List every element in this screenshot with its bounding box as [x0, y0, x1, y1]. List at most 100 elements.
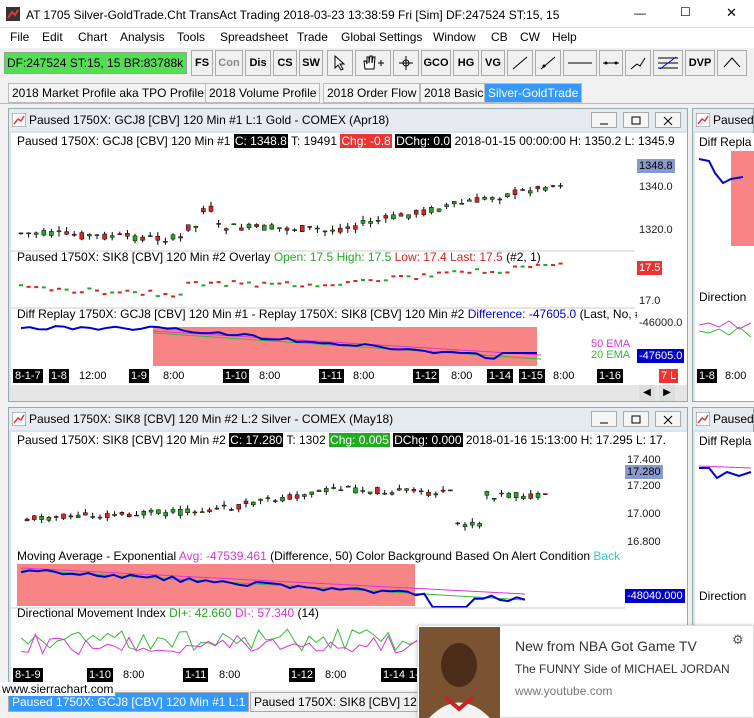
- candle-body: [71, 234, 77, 236]
- candle-body: [315, 227, 320, 230]
- window-maximize-button[interactable]: [623, 112, 649, 128]
- window-close-button[interactable]: [655, 411, 681, 427]
- menu-trade[interactable]: Trade: [297, 30, 328, 44]
- candle-body: [94, 234, 100, 236]
- menu-analysis[interactable]: Analysis: [120, 30, 165, 44]
- candle-body: [231, 223, 237, 226]
- candle-body: [491, 498, 497, 500]
- extended-line-tool[interactable]: [599, 50, 623, 76]
- candle-body: [112, 514, 117, 516]
- candle-body: [246, 223, 252, 228]
- diff-study-row: Diff Replay 1750X: GCJ8 [CBV] 120 Min #1…: [17, 307, 637, 321]
- disconnect-button[interactable]: Dis: [245, 50, 271, 76]
- candle-body: [389, 492, 395, 495]
- window-minimize-button[interactable]: [591, 411, 617, 427]
- menu-file[interactable]: File: [10, 30, 29, 44]
- candle-body: [345, 485, 351, 488]
- menu-help[interactable]: Help: [552, 30, 577, 44]
- multi-line-tool[interactable]: [625, 50, 651, 76]
- candle-body: [214, 507, 220, 510]
- minimize-icon: [600, 123, 608, 125]
- scroll-right-button[interactable]: ▶: [659, 385, 675, 401]
- candle-body: [41, 230, 47, 236]
- tab-market-profile[interactable]: 2018 Market Profile aka TPO Profile: [8, 83, 208, 103]
- tab-silver-goldtrade[interactable]: Silver-GoldTrade: [484, 83, 583, 103]
- menu-cw[interactable]: CW: [520, 30, 540, 44]
- scroll-left-button[interactable]: ◀: [639, 385, 655, 401]
- window-maximize-button[interactable]: [623, 411, 649, 427]
- notification-popup[interactable]: ⚙ New from NBA Got Game TV The FUNNY Sid…: [417, 625, 754, 718]
- overlay-high: High: 17.5: [336, 250, 392, 264]
- y-tick: -46000.0: [639, 317, 683, 329]
- hand-tool[interactable]: [355, 50, 391, 76]
- candle-body: [97, 516, 103, 519]
- window-close-button[interactable]: [655, 112, 681, 128]
- date-label: 8:00: [123, 669, 145, 681]
- candle-body: [18, 232, 24, 235]
- candle-body: [433, 493, 439, 496]
- horizontal-line-tool[interactable]: [563, 50, 597, 76]
- menu-cb[interactable]: CB: [491, 30, 508, 44]
- menu-spreadsheet[interactable]: Spreadsheet: [220, 30, 288, 44]
- draw-tool[interactable]: [717, 50, 747, 76]
- candle-body: [406, 214, 411, 219]
- connect-button[interactable]: Con: [215, 50, 243, 76]
- tab-order-flow[interactable]: 2018 Order Flow: [323, 83, 421, 103]
- side-chart-window-1[interactable]: Paused Diff Repla Direction 1-8 8:00: [692, 108, 754, 402]
- dvp-button[interactable]: DVP: [685, 50, 715, 76]
- candle-body: [477, 523, 482, 527]
- polyline-icon: [630, 57, 646, 70]
- overlay-low: Low: 17.4: [394, 250, 447, 264]
- side-window-titlebar[interactable]: Paused: [693, 408, 754, 430]
- candle-body: [353, 225, 358, 230]
- candle-body: [474, 197, 480, 203]
- pointer-tool[interactable]: [327, 50, 353, 76]
- candle-body: [87, 233, 92, 237]
- time-axis: 8-1-7 1-8 12:00 1-9 8:00 1-10 8:00 1-11 8:00 1-12…: [11, 369, 635, 383]
- candle-body: [75, 514, 81, 518]
- cs-button[interactable]: CS: [273, 50, 297, 76]
- app-icon: [6, 7, 20, 21]
- minimize-button[interactable]: —: [634, 6, 646, 20]
- tab-volume-profile[interactable]: 2018 Volume Profile: [205, 83, 321, 103]
- candle-body: [455, 522, 460, 525]
- candle-body: [506, 493, 512, 498]
- candle-body: [132, 235, 138, 242]
- fs-button[interactable]: FS: [191, 50, 213, 76]
- menu-window[interactable]: Window: [433, 30, 476, 44]
- candle-body: [299, 225, 305, 233]
- dmi-label: Directional Movement Index: [17, 606, 166, 620]
- vg-button[interactable]: VG: [481, 50, 505, 76]
- side-chart-area[interactable]: Diff Repla Direction 1-8 8:00: [695, 133, 754, 401]
- line-tool[interactable]: [507, 50, 533, 76]
- fibonacci-tool[interactable]: [653, 50, 683, 76]
- menu-chart[interactable]: Chart: [78, 30, 107, 44]
- close-button[interactable]: ✕: [726, 5, 737, 21]
- chart-window-gold[interactable]: Paused 1750X: GCJ8 [CBV] 120 Min #1 L:1 …: [8, 108, 688, 402]
- crosshair-tool[interactable]: [393, 50, 419, 76]
- chart-window-titlebar[interactable]: Paused 1750X: SIK8 [CBV] 120 Min #2 L:2 …: [9, 408, 687, 430]
- sw-button[interactable]: SW: [299, 50, 323, 76]
- candle-body: [192, 511, 198, 514]
- menu-global-settings[interactable]: Global Settings: [341, 30, 422, 44]
- menu-tools[interactable]: Tools: [177, 30, 205, 44]
- overlay-suffix: (#2, 1): [506, 250, 541, 264]
- chart-window-titlebar[interactable]: Paused 1750X: GCJ8 [CBV] 120 Min #1 L:1 …: [9, 109, 687, 131]
- candle-body: [368, 221, 373, 224]
- hg-button[interactable]: HG: [453, 50, 479, 76]
- horizontal-scrollbar[interactable]: ◀ ▶: [11, 385, 687, 401]
- gco-button[interactable]: GCO: [421, 50, 451, 76]
- date-label: 1-16: [597, 369, 624, 383]
- candle-body: [535, 493, 541, 498]
- tab-basic[interactable]: 2018 Basic: [420, 83, 488, 103]
- maximize-button[interactable]: ☐: [680, 5, 691, 19]
- trendline-icon: [512, 56, 528, 70]
- ray-tool[interactable]: [535, 50, 561, 76]
- candle-body: [156, 509, 161, 514]
- menu-edit[interactable]: Edit: [42, 30, 63, 44]
- window-minimize-button[interactable]: [591, 112, 617, 128]
- notification-settings-gear-icon[interactable]: ⚙: [732, 632, 744, 648]
- side-window-titlebar[interactable]: Paused: [693, 109, 754, 131]
- candle-body: [83, 512, 88, 516]
- chart-area[interactable]: Paused 1750X: GCJ8 [CBV] 120 Min #1 C: 1…: [11, 133, 687, 401]
